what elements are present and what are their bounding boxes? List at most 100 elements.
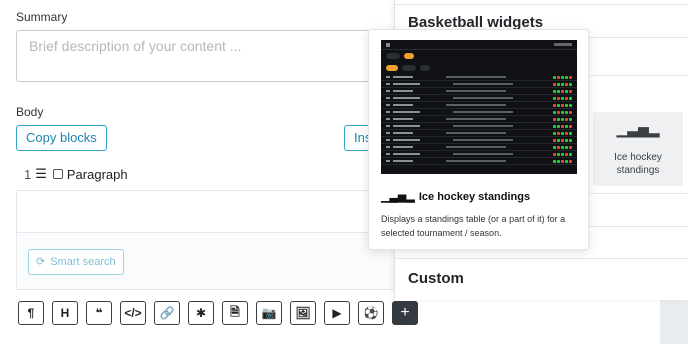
smart-search-button[interactable]: ⟳ Smart search [28,249,124,275]
ice-hockey-standings-tile[interactable]: ▁▃▅▂ Ice hockey standings [593,112,683,186]
preview-cell [386,125,390,127]
preview-form-dot [557,110,560,114]
preview-form-dot [557,159,560,163]
preview-form-dot [561,138,564,142]
preview-form-dot [565,89,568,93]
preview-form-dot [561,145,564,149]
preview-cell [386,97,390,99]
popover-title-text: Ice hockey standings [418,190,531,203]
paragraph-tool-button[interactable]: ¶ [18,301,44,325]
block-checkbox[interactable] [52,169,63,179]
preview-form-dot [553,110,556,114]
preview-cell [393,146,413,148]
video-tool-button[interactable]: ▶ [324,301,350,325]
preview-form-dot [565,138,568,142]
preview-cell [393,139,420,141]
preview-cell [446,104,506,106]
preview-form [553,145,572,149]
preview-form-dot [565,145,568,149]
preview-cell [446,160,506,162]
preview-form-dot [553,103,556,107]
embed-tool-button[interactable]: ✱ [188,301,214,325]
preview-form-dot [553,124,556,128]
preview-form-dot [569,131,572,135]
preview-form-dot [561,75,564,79]
preview-form-dot [569,96,572,100]
code-tool-button[interactable]: </> [120,301,146,325]
preview-form-dot [565,124,568,128]
preview-form-dot [553,96,556,100]
preview-form-dot [557,145,560,149]
preview-cell [393,104,413,106]
preview-form [553,152,572,156]
link-tool-button[interactable]: 🔗 [154,301,180,325]
preview-form-dot [569,82,572,86]
preview-cell [446,146,506,148]
summary-input[interactable] [17,31,395,61]
add-block-button[interactable]: + [392,301,418,325]
summary-field[interactable] [16,30,396,82]
summary-label: Summary [16,10,68,24]
quote-tool-button[interactable]: ❝ [86,301,112,325]
preview-row [381,102,577,109]
preview-form-dot [569,159,572,163]
preview-form [553,82,572,86]
image-tool-button[interactable]: 🖼 [290,301,316,325]
preview-header [381,40,577,50]
document-tool-button[interactable]: 🗎 [222,301,248,325]
preview-form-dot [557,152,560,156]
drag-handle-icon[interactable]: ☰ [35,166,47,182]
preview-form-dot [557,131,560,135]
preview-cell [453,125,513,127]
preview-row [381,137,577,144]
preview-form-dot [569,152,572,156]
camera-tool-button[interactable]: 📷 [256,301,282,325]
preview-cell [386,90,390,92]
preview-tab [402,65,416,71]
preview-cell [393,111,420,113]
preview-form-dot [569,110,572,114]
preview-form-dot [561,131,564,135]
preview-form [553,96,572,100]
preview-row [381,123,577,130]
preview-cell [393,153,420,155]
preview-form-dot [569,117,572,121]
widget-preview-popover: ▁▃▅▂ Ice hockey standings Displays a sta… [368,29,589,250]
preview-form-dot [569,75,572,79]
refresh-icon: ⟳ [36,256,46,268]
preview-form [553,75,572,79]
preview-cell [453,97,513,99]
preview-cell [386,104,390,106]
preview-form-dot [553,159,556,163]
preview-tab [386,53,400,59]
copy-blocks-button[interactable]: Copy blocks [16,125,107,151]
preview-form [553,103,572,107]
preview-row [381,109,577,116]
body-label: Body [16,105,44,119]
smart-search-label: Smart search [50,256,116,268]
preview-form-dot [557,138,560,142]
preview-row [381,130,577,137]
preview-form-dot [553,131,556,135]
preview-form-dot [557,117,560,121]
preview-form [553,124,572,128]
paragraph-editor[interactable] [16,190,396,232]
preview-form-dot [565,75,568,79]
paragraph-block-row[interactable]: 1 ☰ Paragraph [24,166,128,182]
sports-tool-button[interactable]: ⚽ [358,301,384,325]
heading-tool-button[interactable]: H [52,301,78,325]
block-toolbar: ¶ H ❝ </> 🔗 ✱ 🗎 📷 🖼 ▶ ⚽ + [18,301,418,325]
preview-row [381,81,577,88]
preview-cell [446,76,506,78]
preview-form-dot [557,89,560,93]
preview-header-bar [554,43,572,46]
preview-form [553,138,572,142]
preview-form-dot [557,82,560,86]
preview-form-dot [565,82,568,86]
preview-form-dot [565,152,568,156]
preview-form [553,131,572,135]
preview-form-dot [561,152,564,156]
preview-form-dot [569,138,572,142]
preview-cell [386,160,390,162]
popover-title: ▁▃▅▂ Ice hockey standings [381,190,531,204]
